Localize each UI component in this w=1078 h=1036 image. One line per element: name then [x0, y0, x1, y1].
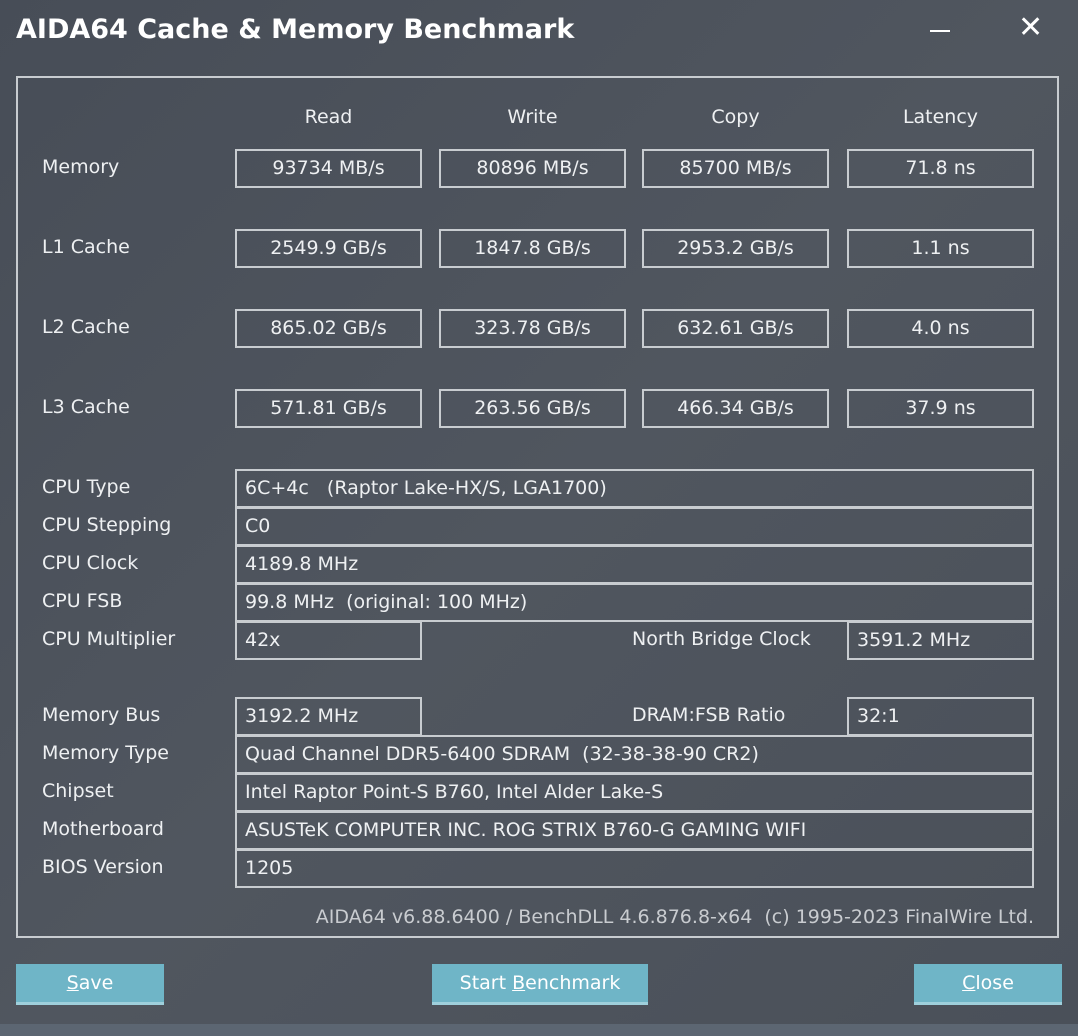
latency-value: 4.0 ns: [847, 309, 1034, 348]
memory-type-label: Memory Type: [42, 742, 169, 764]
copy-value: 632.61 GB/s: [642, 309, 829, 348]
memory-bus-label: Memory Bus: [42, 704, 161, 726]
column-header-copy: Copy: [711, 106, 760, 128]
dram-fsb-ratio-label: DRAM:FSB Ratio: [632, 704, 786, 726]
close-button[interactable]: Close: [914, 964, 1062, 1005]
cpu-stepping-label: CPU Stepping: [42, 514, 172, 536]
version-footer: AIDA64 v6.88.6400 / BenchDLL 4.6.876.8-x…: [315, 906, 1034, 928]
memory-bus-value: 3192.2 MHz: [235, 697, 422, 736]
latency-value: 71.8 ns: [847, 149, 1034, 188]
close-icon[interactable]: ✕: [1018, 10, 1043, 46]
row-label: Memory: [42, 156, 120, 178]
cpu-multiplier-label: CPU Multiplier: [42, 628, 176, 650]
read-value: 865.02 GB/s: [235, 309, 422, 348]
close-mnemonic: C: [962, 972, 976, 994]
write-value: 263.56 GB/s: [439, 389, 626, 428]
copy-value: 2953.2 GB/s: [642, 229, 829, 268]
column-header-read: Read: [304, 106, 353, 128]
close-label: lose: [975, 972, 1014, 994]
bios-version-value: 1205: [235, 849, 1034, 888]
read-value: 93734 MB/s: [235, 149, 422, 188]
latency-value: 37.9 ns: [847, 389, 1034, 428]
start-mnemonic: B: [512, 972, 526, 994]
row-label: L2 Cache: [42, 316, 130, 338]
north-bridge-clock-value: 3591.2 MHz: [847, 621, 1034, 660]
write-value: 323.78 GB/s: [439, 309, 626, 348]
column-header-write: Write: [507, 106, 558, 128]
motherboard-label: Motherboard: [42, 818, 164, 840]
read-value: 2549.9 GB/s: [235, 229, 422, 268]
cpu-fsb-label: CPU FSB: [42, 590, 123, 612]
dram-fsb-ratio-value: 32:1: [847, 697, 1034, 736]
cpu-fsb-value: 99.8 MHz (original: 100 MHz): [235, 583, 1034, 622]
bios-version-label: BIOS Version: [42, 856, 164, 878]
minimize-icon[interactable]: [930, 30, 950, 32]
copy-value: 466.34 GB/s: [642, 389, 829, 428]
motherboard-value: ASUSTeK COMPUTER INC. ROG STRIX B760-G G…: [235, 811, 1034, 850]
start-benchmark-button[interactable]: Start Benchmark: [432, 964, 648, 1005]
bottom-edge: [0, 1024, 1078, 1036]
north-bridge-clock-label: North Bridge Clock: [632, 628, 811, 650]
cpu-clock-value: 4189.8 MHz: [235, 545, 1034, 584]
start-label: enchmark: [525, 972, 621, 994]
copy-value: 85700 MB/s: [642, 149, 829, 188]
cpu-stepping-value: C0: [235, 507, 1034, 546]
chipset-value: Intel Raptor Point-S B760, Intel Alder L…: [235, 773, 1034, 812]
chipset-label: Chipset: [42, 780, 114, 802]
start-label-pre: Start: [459, 972, 513, 994]
cpu-multiplier-value: 42x: [235, 621, 422, 660]
cpu-type-label: CPU Type: [42, 476, 131, 498]
latency-value: 1.1 ns: [847, 229, 1034, 268]
cpu-type-value: 6C+4c (Raptor Lake-HX/S, LGA1700): [235, 469, 1034, 508]
write-value: 1847.8 GB/s: [439, 229, 626, 268]
row-label: L1 Cache: [42, 236, 130, 258]
cpu-clock-label: CPU Clock: [42, 552, 139, 574]
memory-type-value: Quad Channel DDR5-6400 SDRAM (32-38-38-9…: [235, 735, 1034, 774]
write-value: 80896 MB/s: [439, 149, 626, 188]
column-header-latency: Latency: [902, 106, 979, 128]
save-mnemonic: S: [66, 972, 79, 994]
save-button[interactable]: Save: [16, 964, 164, 1005]
row-label: L3 Cache: [42, 396, 130, 418]
save-label: ave: [78, 972, 114, 994]
window-title: AIDA64 Cache & Memory Benchmark: [16, 14, 575, 45]
read-value: 571.81 GB/s: [235, 389, 422, 428]
